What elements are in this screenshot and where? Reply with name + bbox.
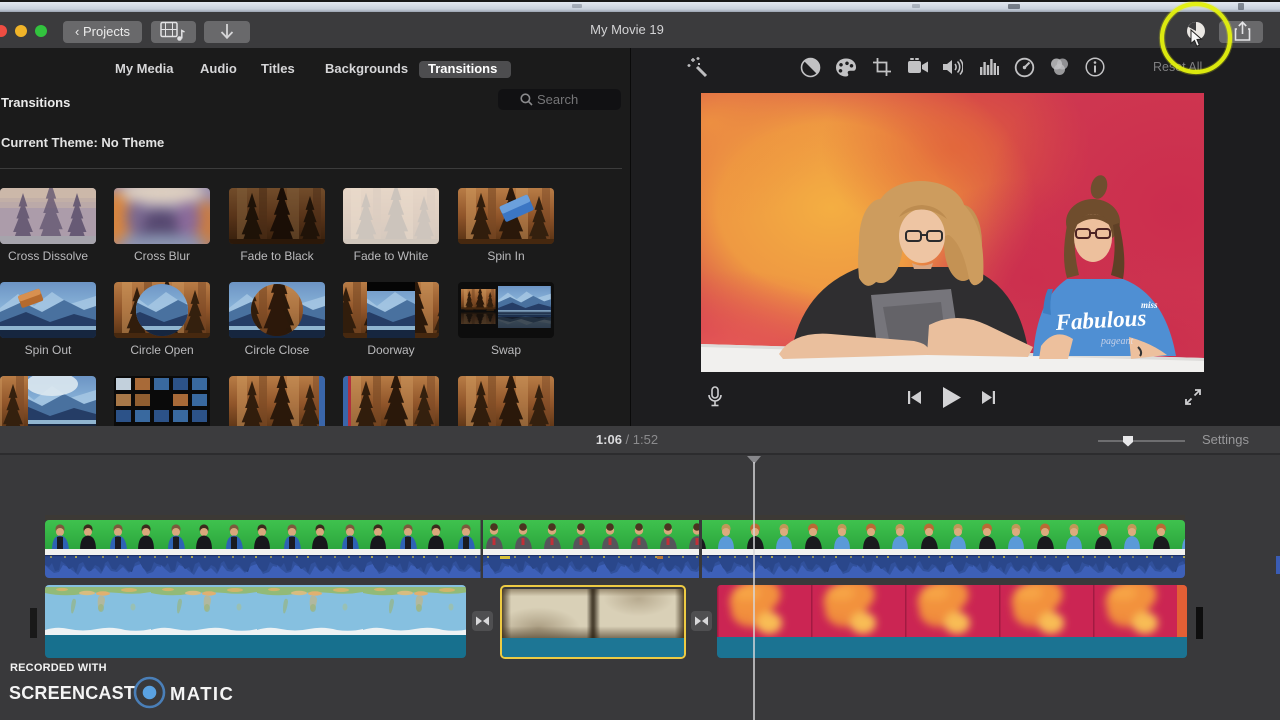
- svg-text:Fabulous: Fabulous: [1054, 305, 1147, 335]
- svg-text:miss: miss: [1141, 300, 1158, 310]
- svg-text:pageant: pageant: [1100, 336, 1133, 347]
